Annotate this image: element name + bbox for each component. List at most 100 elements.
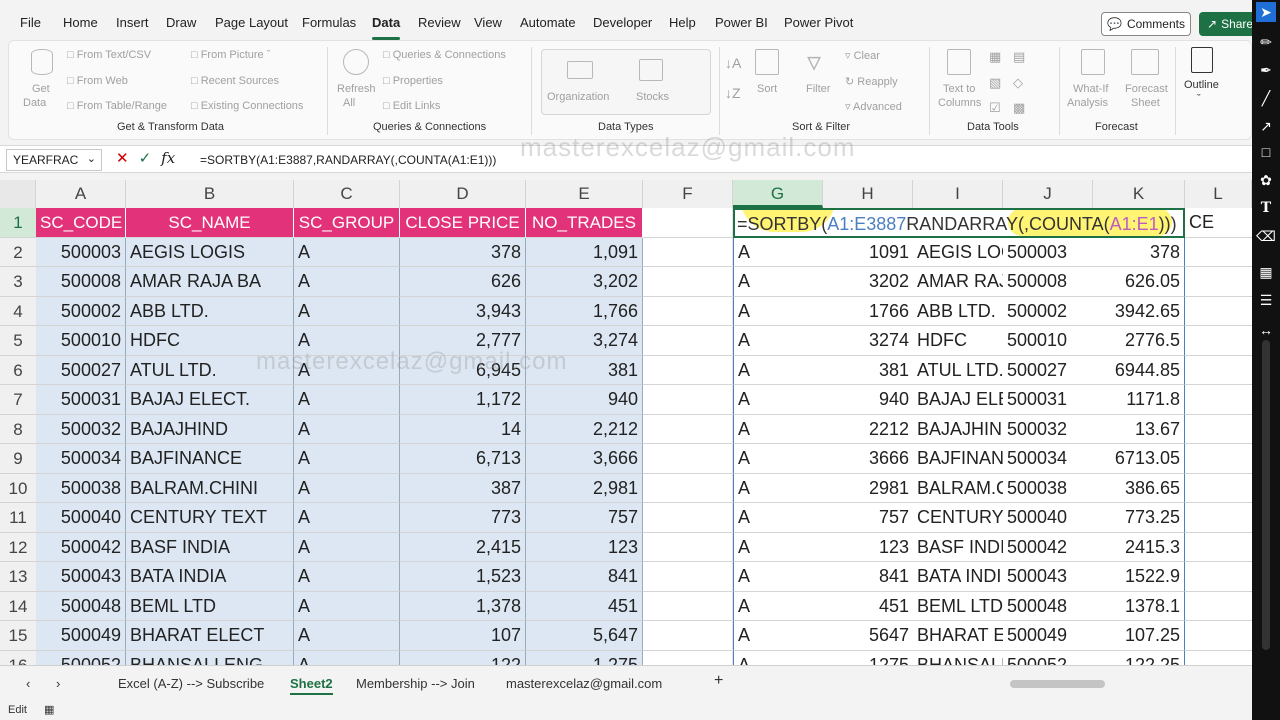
insert-function-icon[interactable]: fx: [161, 149, 175, 167]
stamp-icon[interactable]: ✿: [1256, 170, 1276, 190]
empty-cell[interactable]: [643, 444, 733, 474]
sheet-tab-excel-a-z[interactable]: Excel (A-Z) --> Subscribe: [118, 676, 264, 691]
column-header-b[interactable]: B: [126, 180, 294, 208]
empty-cell[interactable]: [1185, 651, 1252, 666]
scroll-left-icon[interactable]: ‹: [26, 676, 30, 691]
relationships-icon[interactable]: ◇: [1013, 75, 1023, 91]
spill-cell[interactable]: 1091: [823, 238, 913, 267]
spill-cell[interactable]: 3274: [823, 326, 913, 356]
spill-cell[interactable]: A: [733, 650, 823, 665]
spill-cell[interactable]: BAJAJ ELE: [913, 385, 1003, 415]
spill-cell[interactable]: BAJFINAN: [913, 444, 1003, 474]
table-cell[interactable]: 500049: [36, 621, 126, 651]
text-tool-icon[interactable]: T: [1256, 198, 1276, 218]
table-cell[interactable]: BASF INDIA: [126, 532, 294, 562]
spill-cell[interactable]: 500049: [1003, 621, 1093, 651]
table-cell[interactable]: A: [294, 562, 400, 592]
row-header[interactable]: 7: [0, 385, 36, 415]
arrow-icon[interactable]: ↗: [1256, 116, 1276, 136]
spill-cell[interactable]: BEML LTD: [913, 592, 1003, 621]
spill-cell[interactable]: A: [733, 503, 823, 533]
spill-cell[interactable]: BALRAM.C: [913, 474, 1003, 503]
table-cell[interactable]: A: [294, 444, 400, 474]
column-header-e[interactable]: E: [526, 180, 643, 208]
empty-cell[interactable]: [1185, 297, 1252, 326]
what-if-label-2[interactable]: Analysis: [1067, 97, 1108, 109]
comments-button[interactable]: 💬 Comments: [1101, 12, 1191, 36]
queries-connections-button[interactable]: □ Queries & Connections: [383, 49, 506, 61]
table-cell[interactable]: 381: [526, 355, 643, 385]
spill-cell[interactable]: 500034: [1003, 444, 1093, 474]
spill-cell[interactable]: A: [733, 237, 823, 267]
table-cell[interactable]: A: [294, 326, 400, 356]
spill-cell[interactable]: 500008: [1003, 267, 1093, 297]
row-header[interactable]: 13: [0, 562, 36, 592]
menu-power-bi[interactable]: Power BI: [715, 15, 768, 30]
empty-cell[interactable]: [1185, 385, 1252, 415]
empty-cell[interactable]: [1185, 238, 1252, 267]
column-header-j[interactable]: J: [1003, 180, 1093, 208]
table-cell[interactable]: 500032: [36, 414, 126, 444]
table-cell[interactable]: BAJAJHIND: [126, 414, 294, 444]
column-header-i[interactable]: I: [913, 180, 1003, 208]
from-text-button[interactable]: □ From Text/CSV: [67, 49, 151, 61]
table-cell[interactable]: 6,713: [400, 444, 526, 474]
row-header[interactable]: 8: [0, 414, 36, 444]
table-cell[interactable]: 500002: [36, 296, 126, 326]
from-picture-button[interactable]: □ From Picture ˇ: [191, 49, 270, 61]
spill-cell[interactable]: 500002: [1003, 297, 1093, 326]
get-data-label[interactable]: Get: [32, 83, 50, 95]
empty-cell[interactable]: [643, 562, 733, 592]
spill-cell[interactable]: 123: [823, 533, 913, 562]
table-cell[interactable]: BAJFINANCE: [126, 444, 294, 474]
menu-file[interactable]: File: [20, 15, 41, 30]
spill-cell[interactable]: 500040: [1003, 503, 1093, 533]
spill-cell[interactable]: A: [733, 267, 823, 297]
text-to-columns-label-2[interactable]: Columns: [938, 97, 981, 109]
table-cell[interactable]: 14: [400, 414, 526, 444]
sort-za-icon[interactable]: ↓Z: [725, 85, 741, 101]
row-header[interactable]: 9: [0, 444, 36, 474]
spill-cell[interactable]: A: [733, 355, 823, 385]
menu-insert[interactable]: Insert: [116, 15, 149, 30]
table-cell[interactable]: BAJAJ ELECT.: [126, 385, 294, 415]
table-cell[interactable]: 500038: [36, 473, 126, 503]
spill-cell[interactable]: ABB LTD.: [913, 297, 1003, 326]
properties-button[interactable]: □ Properties: [383, 75, 443, 87]
table-cell[interactable]: 500027: [36, 355, 126, 385]
spill-cell[interactable]: AMAR RAJ: [913, 267, 1003, 297]
sheet-tab-email[interactable]: masterexcelaz@gmail.com: [506, 676, 662, 691]
table-cell[interactable]: 5,647: [526, 621, 643, 651]
table-cell[interactable]: A: [294, 267, 400, 297]
edit-links-button[interactable]: □ Edit Links: [383, 100, 440, 112]
reapply-button[interactable]: ↻ Reapply: [845, 75, 898, 88]
table-header-cell[interactable]: SC_GROUP: [294, 208, 400, 238]
add-sheet-icon[interactable]: +: [714, 672, 723, 690]
active-cell-g1[interactable]: =SORTBY(A1:E3887RANDARRAY(,COUNTA(A1:E1)…: [733, 208, 1185, 238]
spill-cell[interactable]: 500043: [1003, 562, 1093, 592]
table-cell[interactable]: 1,091: [526, 237, 643, 267]
empty-cell[interactable]: [1185, 533, 1252, 562]
outline-button[interactable]: Outline: [1184, 79, 1219, 91]
column-header-l[interactable]: L: [1185, 180, 1252, 208]
row-header[interactable]: 5: [0, 326, 36, 356]
menu-home[interactable]: Home: [63, 15, 98, 30]
menu-icon[interactable]: ☰: [1256, 290, 1276, 310]
empty-cell[interactable]: [1185, 267, 1252, 297]
row-header[interactable]: 2: [0, 237, 36, 267]
spill-cell[interactable]: 500010: [1003, 326, 1093, 356]
empty-cell[interactable]: [1185, 474, 1252, 503]
table-cell[interactable]: 500052: [36, 650, 126, 665]
table-cell[interactable]: 841: [526, 562, 643, 592]
menu-developer[interactable]: Developer: [593, 15, 652, 30]
spill-cell[interactable]: 500032: [1003, 415, 1093, 444]
spill-cell[interactable]: A: [733, 621, 823, 651]
table-cell[interactable]: 378: [400, 237, 526, 267]
empty-cell[interactable]: [643, 326, 733, 356]
menu-review[interactable]: Review: [418, 15, 461, 30]
table-cell[interactable]: 500048: [36, 591, 126, 621]
table-cell[interactable]: A: [294, 532, 400, 562]
row-header[interactable]: 3: [0, 267, 36, 297]
pen-icon[interactable]: ✏: [1256, 32, 1276, 52]
row-header[interactable]: 14: [0, 591, 36, 621]
